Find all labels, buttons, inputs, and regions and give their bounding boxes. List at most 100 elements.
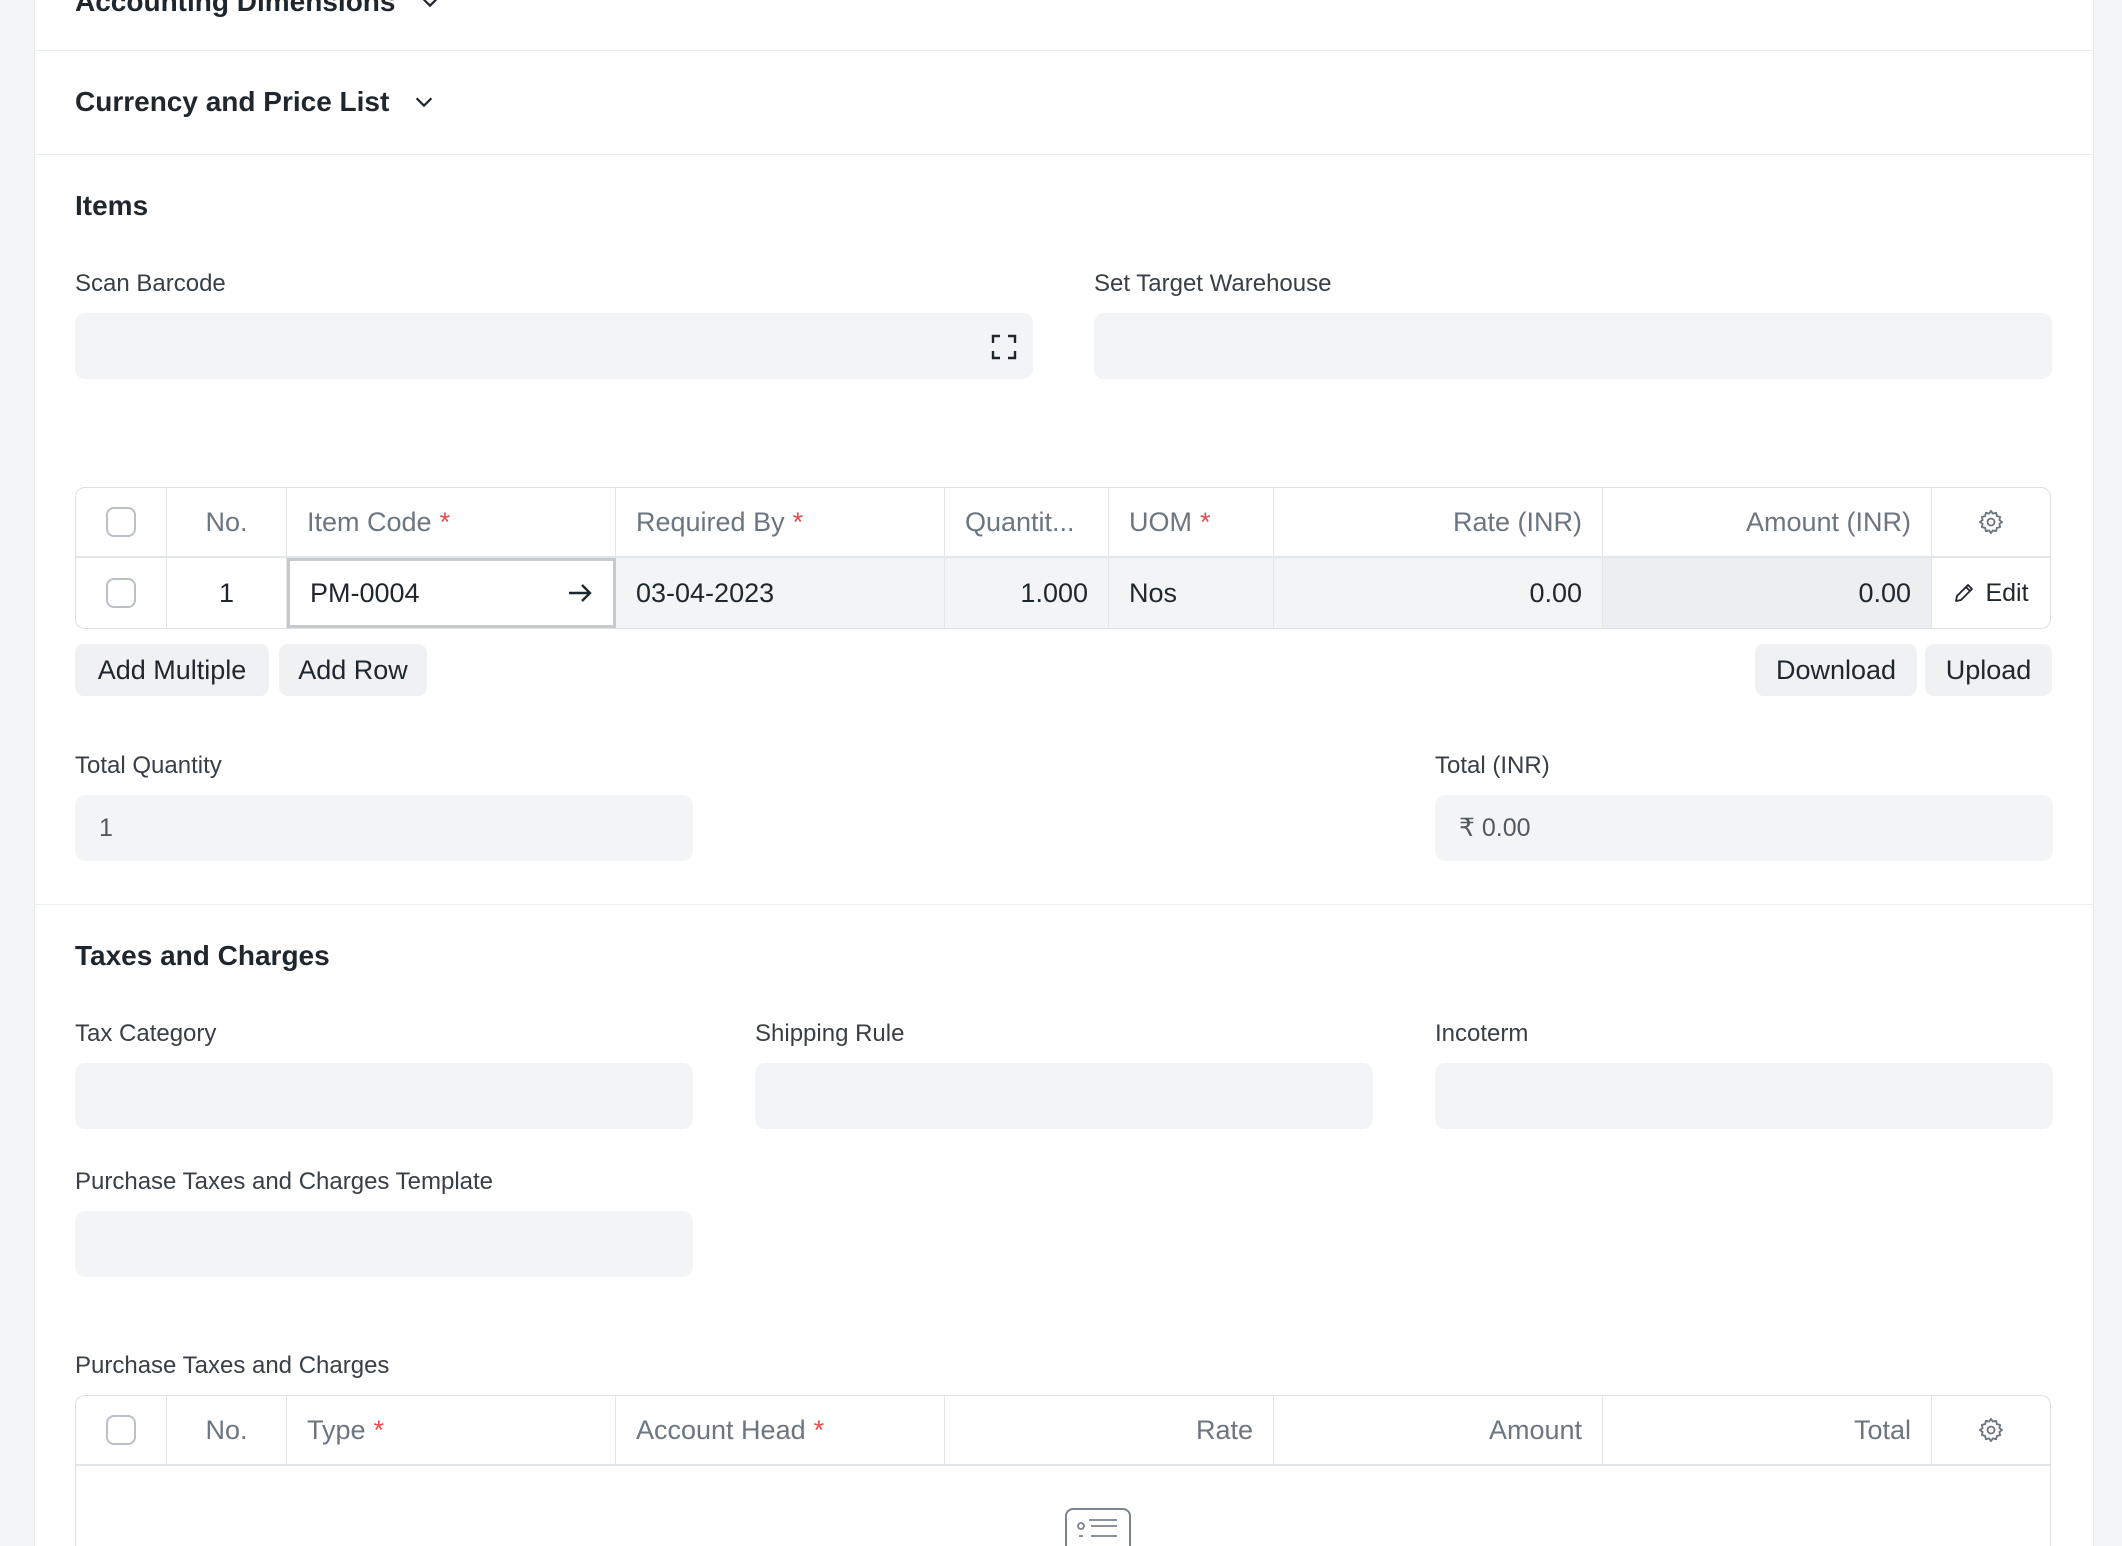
scan-barcode-label: Scan Barcode (75, 270, 226, 297)
incoterm-label: Incoterm (1435, 1020, 1529, 1047)
items-table: No. Item Code * Required By * Quantit... U… (75, 487, 2051, 629)
uom-cell[interactable]: Nos (1109, 558, 1274, 628)
gear-icon[interactable] (1977, 1416, 2005, 1444)
tax-category-input[interactable] (75, 1063, 693, 1129)
table-row[interactable]: 1 PM-0004 03-04-2023 1.000 Nos 0.00 0.00… (76, 558, 2050, 628)
table-header-row: No. Type * Account Head * Rate Amount Tota… (76, 1396, 2050, 1466)
col-no: No. (167, 1396, 287, 1464)
col-item-code: Item Code * (287, 488, 616, 556)
col-required-by: Required By * (616, 488, 945, 556)
col-amount: Amount (INR) (1603, 488, 1932, 556)
select-all-cell (76, 1396, 167, 1464)
section-title: Accounting Dimensions (75, 0, 396, 17)
currency-price-list-header[interactable]: Currency and Price List (75, 86, 435, 118)
quantity-cell[interactable]: 1.000 (945, 558, 1109, 628)
col-account-head-label: Account Head (636, 1414, 806, 1445)
required-marker: * (373, 1414, 385, 1445)
download-button[interactable]: Download (1755, 644, 1917, 696)
required-by-cell[interactable]: 03-04-2023 (616, 558, 945, 628)
col-amount-label: Amount (1488, 1414, 1582, 1445)
item-code-value: PM-0004 (310, 577, 420, 608)
total-quantity-label: Total Quantity (75, 752, 222, 779)
taxes-template-input[interactable] (75, 1211, 693, 1277)
divider (35, 50, 2093, 51)
col-type-label: Type (307, 1414, 366, 1445)
col-required-by-label: Required By (636, 506, 785, 537)
col-settings[interactable] (1932, 488, 2050, 556)
total-inr-value: ₹ 0.00 (1459, 814, 1531, 842)
taxes-charges-header: Taxes and Charges (75, 940, 330, 972)
row-select-cell (76, 558, 167, 628)
col-no: No. (167, 488, 287, 556)
row-no-value: 1 (218, 577, 235, 608)
scan-icon[interactable] (991, 334, 1017, 360)
col-rate: Rate (INR) (1274, 488, 1603, 556)
taxes-table-label: Purchase Taxes and Charges (75, 1352, 390, 1379)
amount-value: 0.00 (1858, 577, 1911, 608)
col-uom-label: UOM (1129, 506, 1192, 537)
col-amount-label: Amount (INR) (1745, 506, 1911, 537)
col-rate: Rate (945, 1396, 1274, 1464)
col-total-label: Total (1853, 1414, 1911, 1445)
col-rate-label: Rate (1195, 1414, 1253, 1445)
item-code-input[interactable]: PM-0004 (287, 558, 616, 628)
arrow-right-icon[interactable] (567, 582, 593, 604)
required-marker: * (439, 506, 451, 537)
col-quantity-label: Quantit... (965, 506, 1075, 537)
col-no-label: No. (205, 1414, 248, 1445)
col-quantity: Quantit... (945, 488, 1109, 556)
col-rate-label: Rate (INR) (1452, 506, 1582, 537)
quantity-value: 1.000 (1020, 577, 1088, 608)
col-uom: UOM * (1109, 488, 1274, 556)
pencil-icon (1955, 584, 1974, 602)
form-card: Accounting Dimensions Currency and Price… (34, 0, 2094, 1546)
set-target-warehouse-label: Set Target Warehouse (1094, 270, 1332, 297)
select-all-cell (76, 488, 167, 556)
shipping-rule-label: Shipping Rule (755, 1020, 905, 1047)
section-title: Items (75, 190, 149, 221)
amount-cell: 0.00 (1603, 558, 1932, 628)
divider (35, 154, 2093, 155)
chevron-down-icon (423, 0, 438, 8)
gear-icon[interactable] (1977, 508, 2005, 536)
upload-button[interactable]: Upload (1925, 644, 2052, 696)
rate-value: 0.00 (1529, 577, 1582, 608)
set-target-warehouse-input[interactable] (1094, 313, 2052, 379)
total-quantity-field: 1 (75, 795, 693, 861)
taxes-table: No. Type * Account Head * Rate Amount Tota… (75, 1395, 2051, 1546)
required-by-value: 03-04-2023 (636, 577, 775, 608)
accounting-dimensions-header[interactable]: Accounting Dimensions (75, 0, 441, 18)
items-header: Items (75, 190, 148, 222)
required-marker: * (813, 1414, 825, 1445)
chevron-down-icon (416, 97, 433, 108)
edit-row-button[interactable]: Edit (1932, 558, 2050, 628)
col-account-head: Account Head * (616, 1396, 945, 1464)
required-marker: * (792, 506, 804, 537)
col-item-code-label: Item Code (307, 506, 432, 537)
table-header-row: No. Item Code * Required By * Quantit... U… (76, 488, 2050, 558)
taxes-template-label: Purchase Taxes and Charges Template (75, 1168, 494, 1195)
tax-category-label: Tax Category (75, 1020, 217, 1047)
incoterm-input[interactable] (1435, 1063, 2053, 1129)
section-title: Currency and Price List (75, 86, 390, 117)
add-multiple-button[interactable]: Add Multiple (75, 644, 269, 696)
edit-label: Edit (1985, 578, 2029, 607)
col-type: Type * (287, 1396, 616, 1464)
select-all-checkbox[interactable] (106, 1415, 136, 1445)
total-inr-label: Total (INR) (1435, 752, 1550, 779)
scan-barcode-input[interactable] (75, 313, 1033, 379)
rate-cell[interactable]: 0.00 (1274, 558, 1603, 628)
col-settings[interactable] (1932, 1396, 2050, 1464)
total-inr-field: ₹ 0.00 (1435, 795, 2053, 861)
col-no-label: No. (205, 506, 248, 537)
row-checkbox[interactable] (106, 578, 136, 608)
empty-list-icon (1065, 1508, 1131, 1546)
section-title: Taxes and Charges (75, 940, 330, 971)
divider (35, 904, 2093, 905)
shipping-rule-input[interactable] (755, 1063, 1373, 1129)
select-all-checkbox[interactable] (106, 507, 136, 537)
total-quantity-value: 1 (99, 813, 113, 842)
col-amount: Amount (1274, 1396, 1603, 1464)
add-row-button[interactable]: Add Row (279, 644, 427, 696)
required-marker: * (1200, 506, 1211, 537)
